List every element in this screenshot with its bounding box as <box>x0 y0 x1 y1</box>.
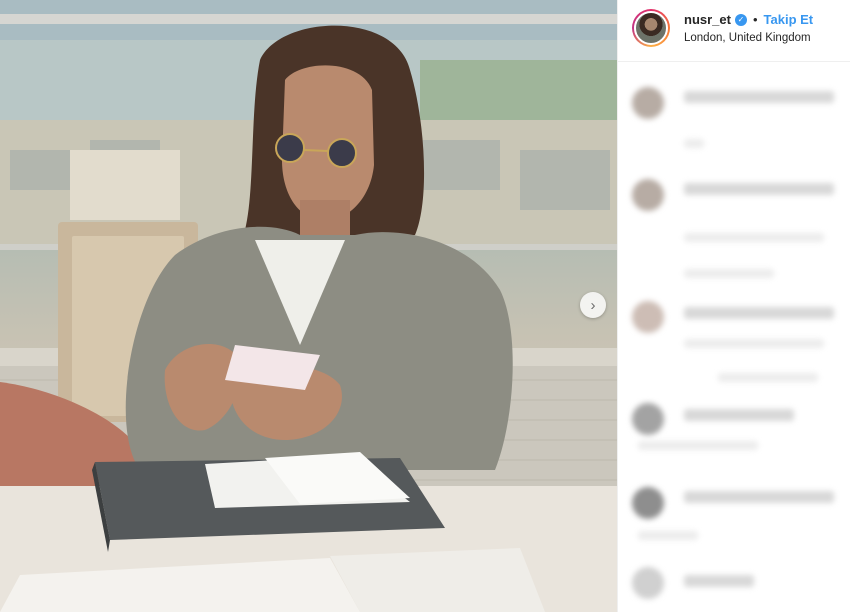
comment-text <box>684 91 834 103</box>
next-image-button[interactable]: › <box>580 292 606 318</box>
comment-meta <box>638 531 698 540</box>
photo-illustration <box>0 0 617 612</box>
chevron-right-icon: › <box>590 296 596 314</box>
comment-text <box>684 491 834 503</box>
comment-text <box>684 307 834 319</box>
instagram-post: › nusr_et ✓ • Takip Et London, United Ki… <box>0 0 850 612</box>
comment-meta <box>718 373 818 382</box>
comment-avatar <box>632 487 664 519</box>
comment-text <box>684 183 834 195</box>
comment-avatar <box>632 301 664 333</box>
separator-dot: • <box>752 12 758 27</box>
comment-meta <box>684 233 824 242</box>
comment-meta <box>684 269 774 278</box>
comment-avatar <box>632 403 664 435</box>
username-link[interactable]: nusr_et <box>684 12 731 27</box>
comment-avatar <box>632 179 664 211</box>
location-link[interactable]: London, United Kingdom <box>684 32 811 44</box>
post-header: nusr_et ✓ • Takip Et London, United King… <box>618 0 850 62</box>
comment-meta <box>684 339 824 348</box>
comment-avatar <box>632 567 664 599</box>
avatar-image <box>634 11 668 45</box>
user-avatar[interactable] <box>632 9 670 47</box>
comment-meta <box>638 441 758 450</box>
checkmark-glyph: ✓ <box>737 14 745 24</box>
comment-text <box>684 409 794 421</box>
user-row: nusr_et ✓ • Takip Et <box>684 12 813 27</box>
comments-list <box>618 63 850 612</box>
comment-avatar <box>632 87 664 119</box>
comment-text <box>684 575 754 587</box>
verified-badge-icon: ✓ <box>734 13 747 26</box>
post-side-panel: nusr_et ✓ • Takip Et London, United King… <box>617 0 850 612</box>
post-photo[interactable]: › <box>0 0 617 612</box>
comment-meta <box>684 139 704 148</box>
follow-button[interactable]: Takip Et <box>764 12 814 27</box>
